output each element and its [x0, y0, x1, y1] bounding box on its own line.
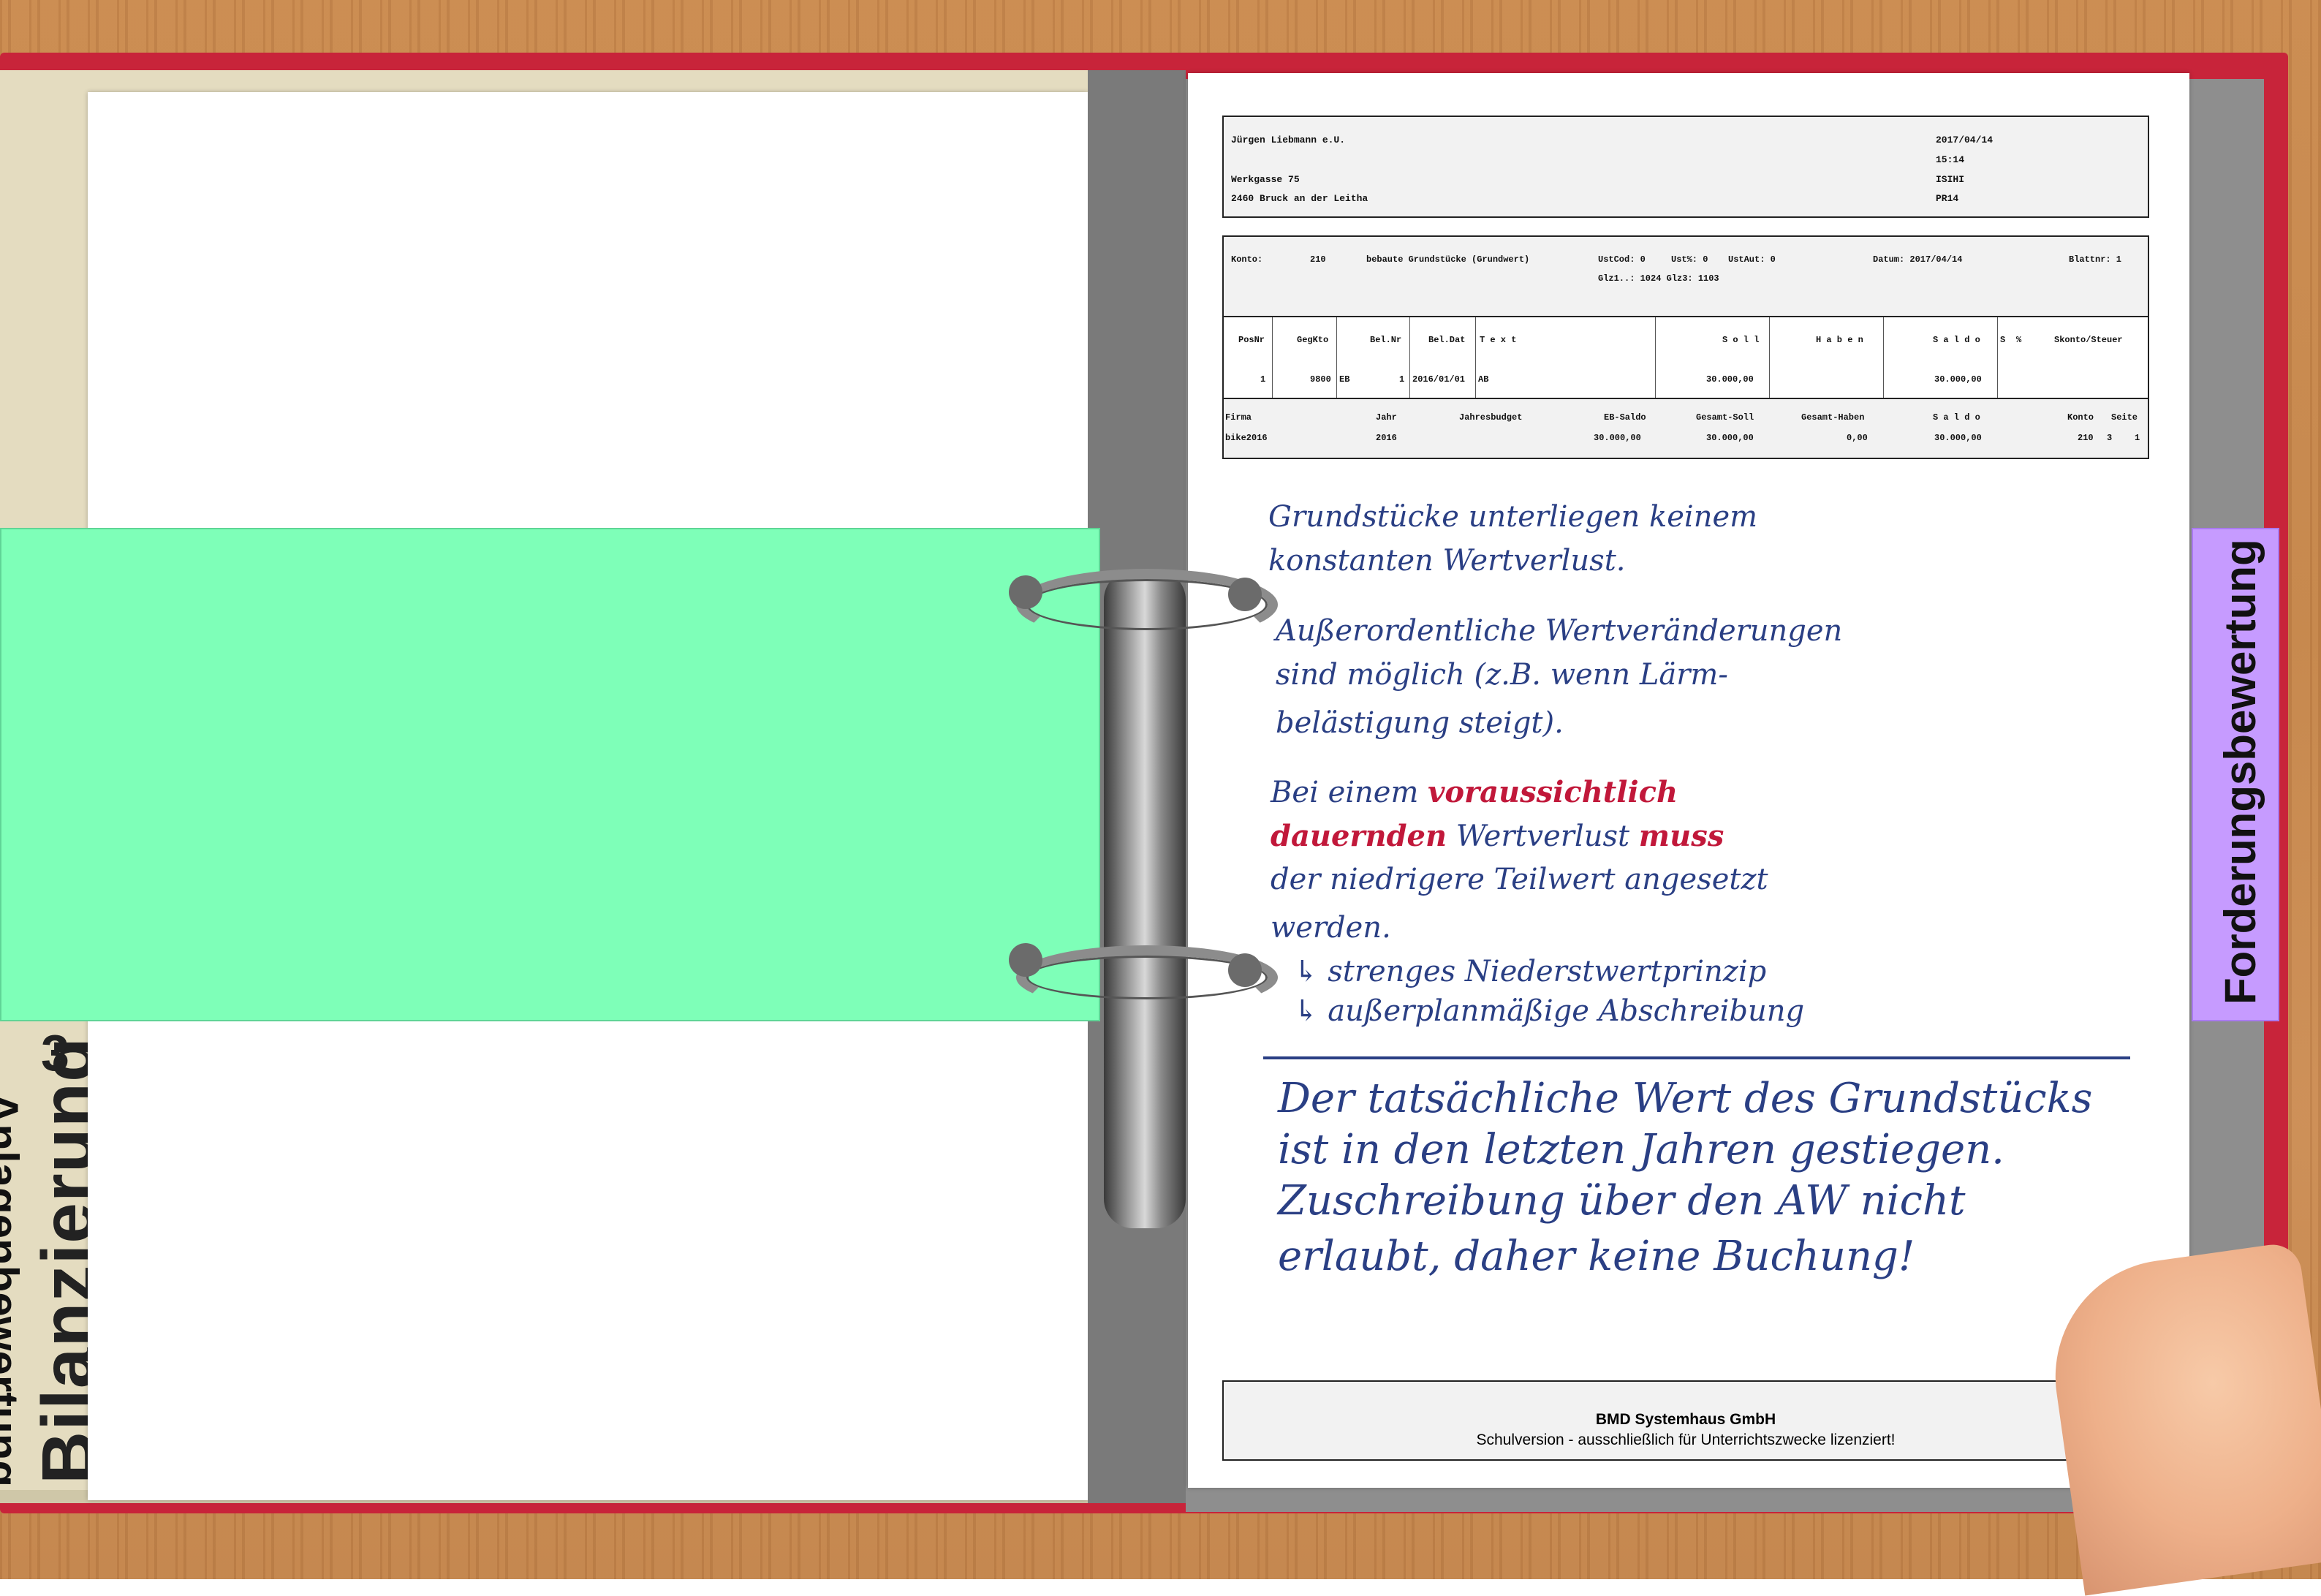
- company-street: Werkgasse 75: [1231, 174, 1300, 185]
- sum-s: 3: [2107, 433, 2113, 443]
- sum-header: Jahr: [1376, 412, 1397, 423]
- note-line: werden.: [1271, 911, 1391, 945]
- account-table: Konto: 210 bebaute Grundstücke (Grundwer…: [1222, 235, 2149, 459]
- divider-tab-label: Forderungsbewertung: [2216, 539, 2265, 1005]
- sum-gesamt-soll: 30.000,00: [1706, 433, 1754, 443]
- conclusion-line: Der tatsächliche Wert des Grundstücks: [1278, 1075, 2093, 1122]
- sum-header: EB-Saldo: [1604, 412, 1646, 423]
- conclusion-line: Zuschreibung über den AW nicht: [1278, 1177, 1966, 1225]
- col-header: H a b e n: [1816, 335, 1863, 345]
- cell-soll: 30.000,00: [1706, 374, 1754, 385]
- sum-gesamt-haben: 0,00: [1847, 433, 1868, 443]
- cell-belnr: 1: [1399, 374, 1405, 385]
- conclusion-line: erlaubt, daher keine Buchung!: [1278, 1233, 1915, 1280]
- sum-firma: bike2016: [1225, 433, 1268, 443]
- report-time: 15:14: [1936, 154, 1965, 165]
- report-footer: BMD Systemhaus GmbH Schulversion - aussc…: [1222, 1380, 2149, 1461]
- report-header: Jürgen Liebmann e.U. Werkgasse 75 2460 B…: [1222, 116, 2149, 218]
- note-line: der niedrigere Teilwert angesetzt: [1271, 863, 1768, 896]
- col-header: S a l d o: [1933, 335, 1980, 345]
- account-header: Konto: 210 bebaute Grundstücke (Grundwer…: [1224, 237, 2148, 317]
- cell-text: AB: [1478, 374, 1489, 385]
- col-header: PosNr: [1238, 335, 1265, 345]
- note-line: Bei einem voraussichtlich: [1271, 775, 1678, 809]
- col-header: Skonto/Steuer: [2054, 335, 2123, 345]
- note-line: Außerordentliche Wertveränderungen: [1276, 614, 1843, 648]
- lever-arch-mechanism: [1104, 570, 1186, 1228]
- sum-header: Firma: [1225, 412, 1252, 423]
- sum-header: S a l d o: [1933, 412, 1980, 423]
- cell-eb: EB: [1339, 374, 1350, 385]
- note-line: dauernden Wertverlust muss: [1271, 819, 1724, 853]
- report-code: ISIHI: [1936, 174, 1965, 185]
- sum-header: Gesamt-Soll: [1696, 412, 1754, 423]
- konto-number: 210: [1310, 254, 1326, 265]
- sum-seite: 1: [2135, 433, 2140, 443]
- sum-jahr: 2016: [1376, 433, 1397, 443]
- ring-end-icon: [1228, 953, 1262, 987]
- account-summary: Firma Jahr Jahresbudget EB-Saldo Gesamt-…: [1224, 398, 2148, 458]
- note-line: belästigung steigt).: [1276, 706, 1564, 740]
- ring-end-icon: [1228, 578, 1262, 611]
- ring-end-icon: [1009, 943, 1042, 977]
- divider-tab-forderungsbewertung[interactable]: Forderungsbewertung: [2192, 528, 2279, 1021]
- footer-company: BMD Systemhaus GmbH: [1595, 1411, 1776, 1428]
- conclusion-line: ist in den letzten Jahren gestiegen.: [1278, 1126, 2004, 1173]
- sum-saldo: 30.000,00: [1934, 433, 1982, 443]
- sum-header: Konto: [2067, 412, 2094, 423]
- company-name: Jürgen Liebmann e.U.: [1231, 135, 1346, 145]
- ust-percent: Ust%: 0: [1671, 254, 1708, 265]
- cell-beldat: 2016/01/01: [1412, 374, 1466, 385]
- col-header: S o l l: [1722, 335, 1760, 345]
- divider-line: [1263, 1056, 2130, 1059]
- sum-konto: 210: [2078, 433, 2094, 443]
- report-date: 2017/04/14: [1936, 135, 1994, 145]
- glz: Glz1..: 1024 Glz3: 1103: [1598, 273, 1719, 284]
- sum-header: Seite: [2111, 412, 2138, 423]
- konto-name: bebaute Grundstücke (Grundwert): [1366, 254, 1530, 265]
- note-bullet: ↳ strenges Niederstwertprinzip: [1294, 955, 1767, 988]
- col-header: %: [2016, 335, 2022, 345]
- note-bullet: ↳ außerplanmäßige Abschreibung: [1294, 994, 1805, 1028]
- divider-tab-anlagenbewertung[interactable]: Anlagenbewertung: [0, 528, 1100, 1487]
- datum: Datum: 2017/04/14: [1873, 254, 1963, 265]
- note-line: Grundstücke unterliegen keinem: [1268, 500, 1758, 534]
- ring-end-icon: [1009, 575, 1042, 609]
- sum-eb-saldo: 30.000,00: [1594, 433, 1641, 443]
- cell-saldo: 30.000,00: [1934, 374, 1982, 385]
- note-line: sind möglich (z.B. wenn Lärm-: [1276, 658, 1728, 692]
- ustaut: UstAut: 0: [1728, 254, 1776, 265]
- company-city: 2460 Bruck an der Leitha: [1231, 193, 1368, 204]
- footer-license-note: Schulversion - ausschließlich für Unterr…: [1476, 1432, 1896, 1448]
- report-program: PR14: [1936, 193, 1959, 204]
- col-header: T e x t: [1480, 335, 1517, 345]
- sum-header: Gesamt-Haben: [1801, 412, 1865, 423]
- blattnr: Blattnr: 1: [2069, 254, 2122, 265]
- col-header: Bel.Dat: [1428, 335, 1466, 345]
- cell-gegkto: 9800: [1310, 374, 1331, 385]
- sum-header: Jahresbudget: [1459, 412, 1523, 423]
- binder-number: 3: [41, 1024, 69, 1081]
- cell-posnr: 1: [1260, 374, 1266, 385]
- col-header: GegKto: [1297, 335, 1329, 345]
- ustcod: UstCod: 0: [1598, 254, 1646, 265]
- col-header: Bel.Nr: [1370, 335, 1402, 345]
- divider-tab-label: Anlagenbewertung: [0, 1092, 27, 1488]
- note-line: konstanten Wertverlust.: [1268, 544, 1626, 578]
- konto-label: Konto:: [1231, 254, 1263, 265]
- col-header: S: [2000, 335, 2006, 345]
